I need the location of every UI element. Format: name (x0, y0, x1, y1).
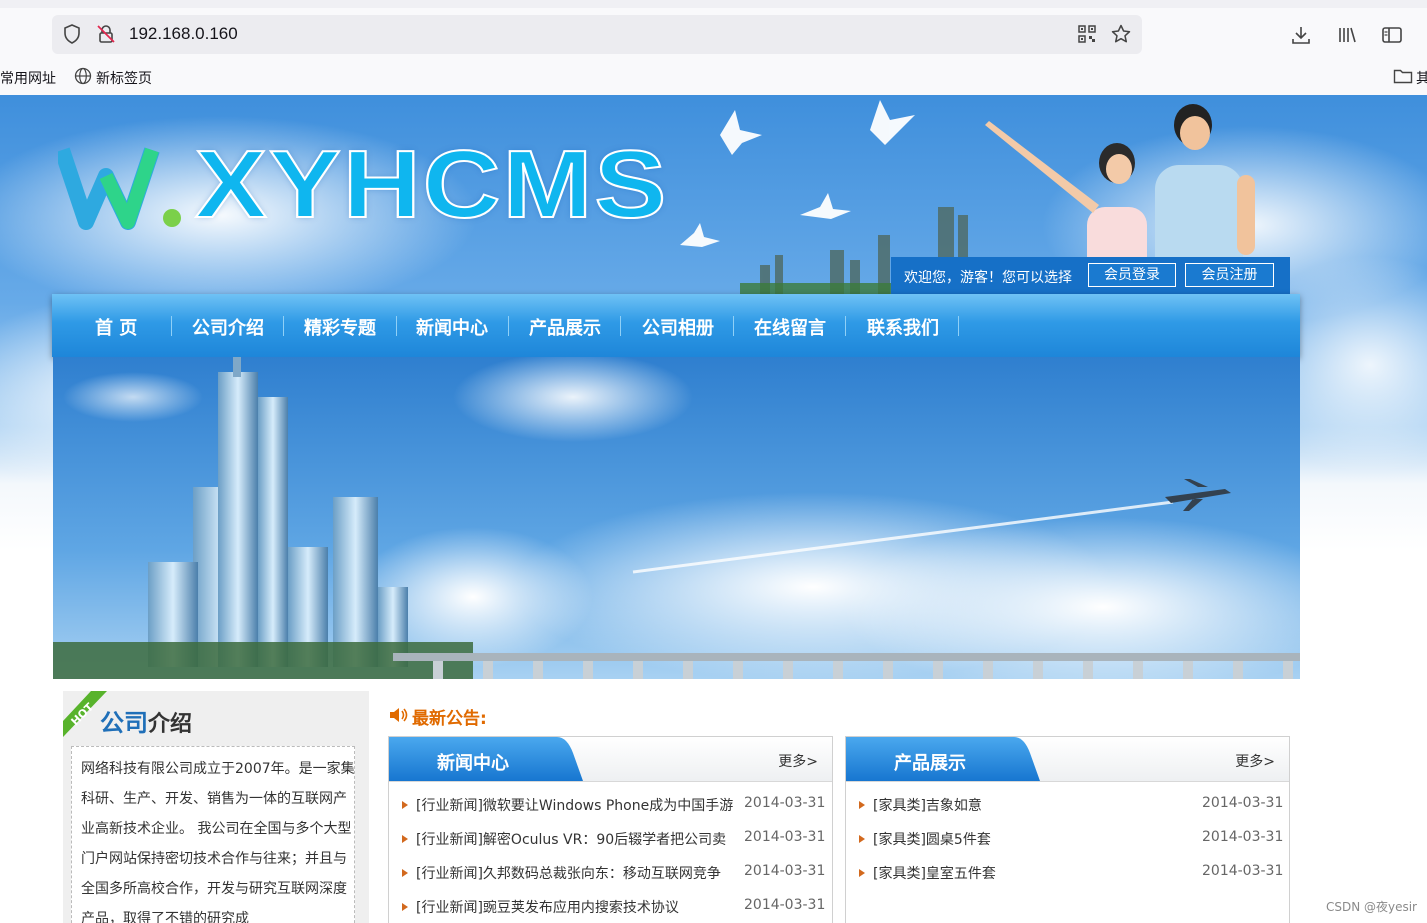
csdn-watermark: CSDN @夜yesir (1325, 898, 1417, 915)
address-bar[interactable]: 192.168.0.160 (52, 15, 1142, 54)
news-item-date: 2014-03-31 (744, 795, 826, 811)
news-panel-title: 新闻中心 (437, 753, 509, 774)
news-item-title[interactable]: [行业新闻]微软要让Windows Phone成为中国手游 (416, 795, 733, 815)
nav-item-news[interactable]: 新闻中心 (416, 314, 488, 340)
tab-strip (0, 0, 1427, 8)
bookmark-other[interactable]: 其 (1416, 68, 1427, 88)
member-bar: 欢迎您，游客！您可以选择 会员登录 会员注册 (891, 257, 1290, 294)
speaker-icon (390, 708, 408, 722)
news-more-link[interactable]: 更多> (778, 751, 818, 771)
news-item: [行业新闻]微软要让Windows Phone成为中国手游 2014-03-31 (389, 794, 832, 828)
logo-icon (58, 147, 181, 230)
website: XYHCMS 欢迎您，游客！您可以选择 会员登录 会员注册 首 页 公司介绍 精… (0, 95, 1427, 923)
product-item-date: 2014-03-31 (1202, 863, 1284, 879)
news-item-date: 2014-03-31 (744, 897, 826, 913)
product-item-date: 2014-03-31 (1202, 829, 1284, 845)
product-item-title[interactable]: [家具类]皇室五件套 (873, 863, 996, 883)
product-item: [家具类]吉象如意 2014-03-31 (846, 794, 1289, 828)
bullet-arrow-icon (859, 835, 865, 843)
download-icon[interactable] (1290, 24, 1312, 46)
about-text: 网络科技有限公司成立于2007年。是一家集科研、生产、开发、销售为一体的互联网产… (81, 761, 355, 923)
logo-text: XYHCMS (194, 131, 669, 238)
globe-icon (74, 67, 92, 89)
products-more-link[interactable]: 更多> (1235, 751, 1275, 771)
nav-item-home[interactable]: 首 页 (95, 314, 137, 340)
folder-icon[interactable] (1393, 67, 1413, 89)
notice-label: 最新公告: (412, 709, 487, 729)
news-item: [行业新闻]久邦数码总裁张向东：移动互联网竞争 2014-03-31 (389, 862, 832, 896)
nav-divider (171, 316, 172, 336)
nav-divider (396, 316, 397, 336)
news-item: [行业新闻]解密Oculus VR：90后辍学者把公司卖 2014-03-31 (389, 828, 832, 862)
product-item: [家具类]圆桌5件套 2014-03-31 (846, 828, 1289, 862)
insecure-lock-icon[interactable] (95, 23, 117, 45)
dove-icon (680, 100, 915, 247)
library-icon[interactable] (1336, 24, 1358, 46)
nav-item-contact[interactable]: 联系我们 (867, 314, 939, 340)
news-item-date: 2014-03-31 (744, 863, 826, 879)
about-title-highlight: 公司 (100, 709, 148, 737)
nav-divider (283, 316, 284, 336)
qr-code-icon[interactable] (1076, 23, 1098, 45)
nav-divider (508, 316, 509, 336)
bullet-arrow-icon (859, 801, 865, 809)
nav-item-album[interactable]: 公司相册 (642, 314, 714, 340)
news-item-title[interactable]: [行业新闻]豌豆荚发布应用内搜索技术协议 (416, 897, 679, 917)
product-item-title[interactable]: [家具类]吉象如意 (873, 795, 982, 815)
news-item: [行业新闻]豌豆荚发布应用内搜索技术协议 2014-03-31 (389, 896, 832, 923)
url-text[interactable]: 192.168.0.160 (129, 24, 238, 44)
nav-divider (958, 316, 959, 336)
bullet-arrow-icon (859, 869, 865, 877)
nav-item-guestbook[interactable]: 在线留言 (754, 314, 826, 340)
news-item-date: 2014-03-31 (744, 829, 826, 845)
shield-icon[interactable] (61, 23, 83, 45)
bullet-arrow-icon (402, 869, 408, 877)
product-item-date: 2014-03-31 (1202, 795, 1284, 811)
sidebar-icon[interactable] (1381, 24, 1403, 46)
welcome-text: 欢迎您，游客！您可以选择 (904, 270, 1072, 286)
product-item: [家具类]皇室五件套 2014-03-31 (846, 862, 1289, 896)
about-title: 公司介绍 (100, 703, 192, 738)
products-panel-header: 产品展示 更多> (846, 737, 1289, 782)
bookmark-new-tab[interactable]: 新标签页 (96, 68, 152, 88)
member-register-button[interactable]: 会员注册 (1185, 263, 1274, 287)
news-panel-header: 新闻中心 更多> (389, 737, 832, 782)
browser-toolbar: 192.168.0.160 常用网址 新标签页 其 (0, 0, 1427, 96)
nav-item-topics[interactable]: 精彩专题 (304, 314, 376, 340)
about-body: 网络科技有限公司成立于2007年。是一家集科研、生产、开发、销售为一体的互联网产… (71, 746, 355, 923)
news-item-title[interactable]: [行业新闻]久邦数码总裁张向东：移动互联网竞争 (416, 863, 721, 883)
products-panel: 产品展示 更多> [家具类]吉象如意 2014-03-31 [家具类]圆桌5件套… (845, 736, 1290, 923)
bullet-arrow-icon (402, 903, 408, 911)
nav-item-products[interactable]: 产品展示 (529, 314, 601, 340)
product-item-title[interactable]: [家具类]圆桌5件套 (873, 829, 991, 849)
about-section: HOT 公司介绍 网络科技有限公司成立于2007年。是一家集科研、生产、开发、销… (63, 691, 369, 923)
news-item-title[interactable]: [行业新闻]解密Oculus VR：90后辍学者把公司卖 (416, 829, 726, 849)
nav-divider (620, 316, 621, 336)
main-navigation: 首 页 公司介绍 精彩专题 新闻中心 产品展示 公司相册 在线留言 联系我们 (52, 294, 1300, 357)
bookmark-star-icon[interactable] (1110, 23, 1132, 45)
about-title-rest: 介绍 (148, 712, 193, 737)
nav-divider (845, 316, 846, 336)
bookmarks-bar: 常用网址 新标签页 其 (0, 64, 1427, 90)
products-panel-title: 产品展示 (894, 753, 966, 774)
home-banner-image (53, 357, 1300, 679)
bullet-arrow-icon (402, 835, 408, 843)
bullet-arrow-icon (402, 801, 408, 809)
news-panel: 新闻中心 更多> [行业新闻]微软要让Windows Phone成为中国手游 2… (388, 736, 833, 923)
member-login-button[interactable]: 会员登录 (1088, 263, 1176, 287)
nav-divider (733, 316, 734, 336)
bookmark-common-sites[interactable]: 常用网址 (0, 68, 56, 88)
nav-item-about[interactable]: 公司介绍 (192, 314, 264, 340)
bridge-deck (393, 653, 1300, 661)
